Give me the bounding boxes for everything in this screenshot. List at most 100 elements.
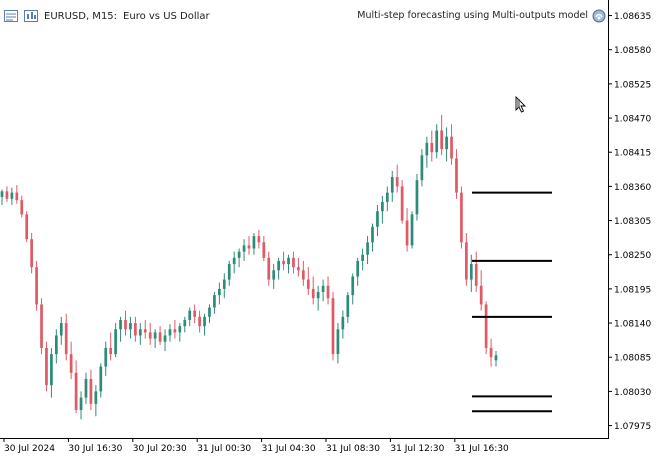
chart-window[interactable]: 1.08635 1.08580 1.08525 1.08470 1.08415 1.083…: [0, 0, 662, 458]
candle: [257, 229, 261, 249]
y-tick-label: 1.07975: [614, 422, 651, 432]
candle: [297, 257, 300, 277]
candle-body: [203, 316, 206, 327]
y-tick-label: 1.08305: [614, 217, 651, 227]
candle: [292, 251, 295, 274]
x-axis-ticks: 30 Jul 2024 30 Jul 16:30 30 Jul 20:30 31 Ju…: [3, 438, 509, 454]
candle-body: [74, 372, 78, 411]
candle: [494, 351, 498, 367]
candle: [119, 316, 122, 342]
candle-body: [420, 155, 424, 181]
candle-body: [54, 335, 58, 355]
candle-body: [124, 319, 127, 330]
candle: [40, 298, 43, 355]
candle: [474, 251, 478, 292]
y-tick-label: 1.08360: [614, 183, 651, 193]
candle: [361, 248, 364, 271]
candle: [351, 273, 355, 305]
candle-body: [148, 332, 152, 339]
candle-body: [474, 264, 478, 286]
candle: [114, 323, 117, 358]
candle: [420, 149, 424, 187]
candle-body: [193, 310, 197, 317]
candle-body: [35, 267, 38, 305]
candle: [331, 292, 335, 361]
candle: [0, 189, 4, 206]
candle: [301, 260, 305, 286]
candle: [198, 310, 201, 333]
candle: [15, 185, 19, 204]
candle-body: [45, 347, 48, 386]
candle-body: [89, 378, 93, 404]
candle-body: [400, 186, 404, 221]
candle-body: [282, 260, 285, 265]
candle: [129, 316, 132, 339]
candle: [158, 326, 162, 345]
candle: [479, 270, 483, 311]
candle: [440, 114, 444, 156]
candle: [465, 232, 468, 286]
candle: [376, 205, 379, 237]
candle-body: [153, 332, 157, 339]
candle-body: [381, 201, 384, 212]
candle-body: [247, 245, 251, 249]
candle: [5, 186, 9, 202]
candle-body: [440, 130, 444, 150]
candle-body: [59, 323, 63, 336]
y-tick-label: 1.08525: [614, 80, 651, 90]
candle: [405, 208, 409, 252]
x-tick-label: 30 Jul 20:30: [133, 444, 187, 454]
candle-body: [69, 354, 73, 373]
candle: [50, 347, 53, 398]
chart-title-bar: EURUSD, M15: Euro vs US Dollar: [4, 8, 210, 24]
candle: [59, 316, 63, 345]
candle-body: [297, 267, 300, 271]
candle: [208, 304, 211, 324]
candle-body: [326, 285, 330, 299]
candle-body: [311, 288, 315, 299]
candle-body: [460, 192, 463, 243]
candle: [109, 332, 113, 361]
candle: [35, 260, 38, 311]
candle: [134, 316, 137, 342]
candle: [163, 329, 167, 352]
candle: [450, 124, 453, 165]
candle: [460, 186, 463, 249]
candle-body: [455, 158, 458, 193]
candle: [247, 236, 251, 255]
x-tick-label: 31 Jul 00:30: [197, 444, 251, 454]
candle: [341, 310, 345, 339]
candle-body: [346, 295, 350, 317]
candle-body: [218, 288, 221, 296]
candle: [69, 341, 73, 379]
x-tick-label: 31 Jul 08:30: [326, 444, 380, 454]
candle: [143, 319, 147, 339]
candle-body: [15, 192, 19, 201]
candle-body: [104, 347, 108, 367]
candle: [390, 170, 394, 202]
candle-body: [188, 310, 192, 320]
candle-body: [316, 292, 320, 299]
candle-body: [306, 279, 310, 289]
expert-advisor-icon[interactable]: [592, 9, 606, 23]
candle-body: [99, 366, 103, 392]
candle: [74, 360, 78, 414]
candle-body: [109, 347, 113, 355]
candle-body: [489, 347, 493, 358]
candle-body: [425, 142, 429, 156]
candle-body: [277, 260, 280, 271]
chart-window-icon[interactable]: [4, 10, 18, 22]
candle: [148, 323, 152, 345]
candle-body: [119, 319, 122, 330]
chart-type-icon[interactable]: [24, 10, 38, 22]
candle-body: [465, 242, 468, 280]
candle-body: [267, 257, 271, 280]
candle: [94, 385, 98, 417]
candle-body: [237, 251, 241, 258]
candle: [213, 292, 216, 314]
candle-body: [336, 329, 340, 355]
chart-symbol: EURUSD, M15:: [44, 10, 118, 22]
candle-body: [134, 323, 137, 336]
candle: [267, 251, 271, 286]
price-chart[interactable]: 1.08635 1.08580 1.08525 1.08470 1.08415 1.083…: [0, 0, 662, 458]
